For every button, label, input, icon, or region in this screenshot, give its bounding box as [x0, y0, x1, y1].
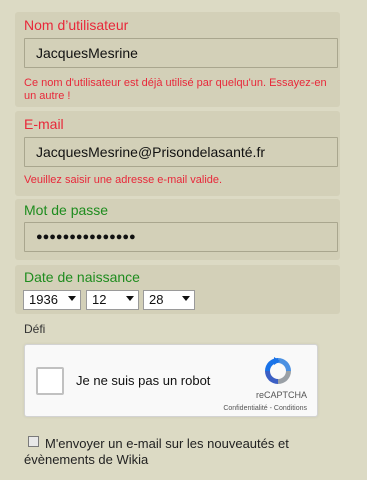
password-label: Mot de passe — [24, 202, 109, 218]
username-input[interactable]: JacquesMesrine — [24, 38, 338, 68]
birthdate-label: Date de naissance — [24, 269, 140, 285]
recaptcha-checkbox[interactable] — [36, 367, 64, 395]
email-error: Veuillez saisir une adresse e-mail valid… — [24, 174, 223, 186]
chevron-down-icon — [126, 296, 134, 301]
birth-day-value: 28 — [149, 292, 164, 307]
chevron-down-icon — [182, 296, 190, 301]
recaptcha-text: Je ne suis pas un robot — [76, 373, 211, 388]
username-section: Nom d’utilisateur JacquesMesrine Ce nom … — [15, 12, 340, 107]
birthdate-section: Date de naissance 1936 12 28 — [15, 265, 340, 314]
challenge-label: Défi — [24, 322, 46, 336]
birth-year-value: 1936 — [29, 292, 58, 307]
newsletter-checkbox[interactable] — [28, 436, 39, 447]
birth-year-select[interactable]: 1936 — [23, 290, 81, 310]
email-label: E-mail — [24, 116, 64, 132]
recaptcha-links[interactable]: Confidentialité - Conditions — [223, 405, 307, 412]
username-error: Ce nom d'utilisateur est déjà utilisé pa… — [24, 77, 327, 102]
recaptcha-logo-icon — [265, 357, 291, 384]
password-section: Mot de passe ●●●●●●●●●●●●●●● — [15, 199, 340, 260]
recaptcha-brand: reCAPTCHA — [255, 390, 307, 400]
password-input[interactable]: ●●●●●●●●●●●●●●● — [24, 222, 338, 252]
chevron-down-icon — [68, 296, 76, 301]
newsletter-label: M'envoyer un e-mail sur les nouveautés e… — [24, 436, 289, 467]
birth-day-select[interactable]: 28 — [143, 290, 195, 310]
birth-month-value: 12 — [92, 292, 107, 307]
email-section: E-mail JacquesMesrine@Prisondelasanté.fr… — [15, 111, 340, 196]
recaptcha-widget: Je ne suis pas un robot reCAPTCHA Confid… — [24, 344, 318, 417]
email-input[interactable]: JacquesMesrine@Prisondelasanté.fr — [24, 137, 338, 167]
username-label: Nom d’utilisateur — [24, 17, 129, 33]
birth-month-select[interactable]: 12 — [86, 290, 139, 310]
